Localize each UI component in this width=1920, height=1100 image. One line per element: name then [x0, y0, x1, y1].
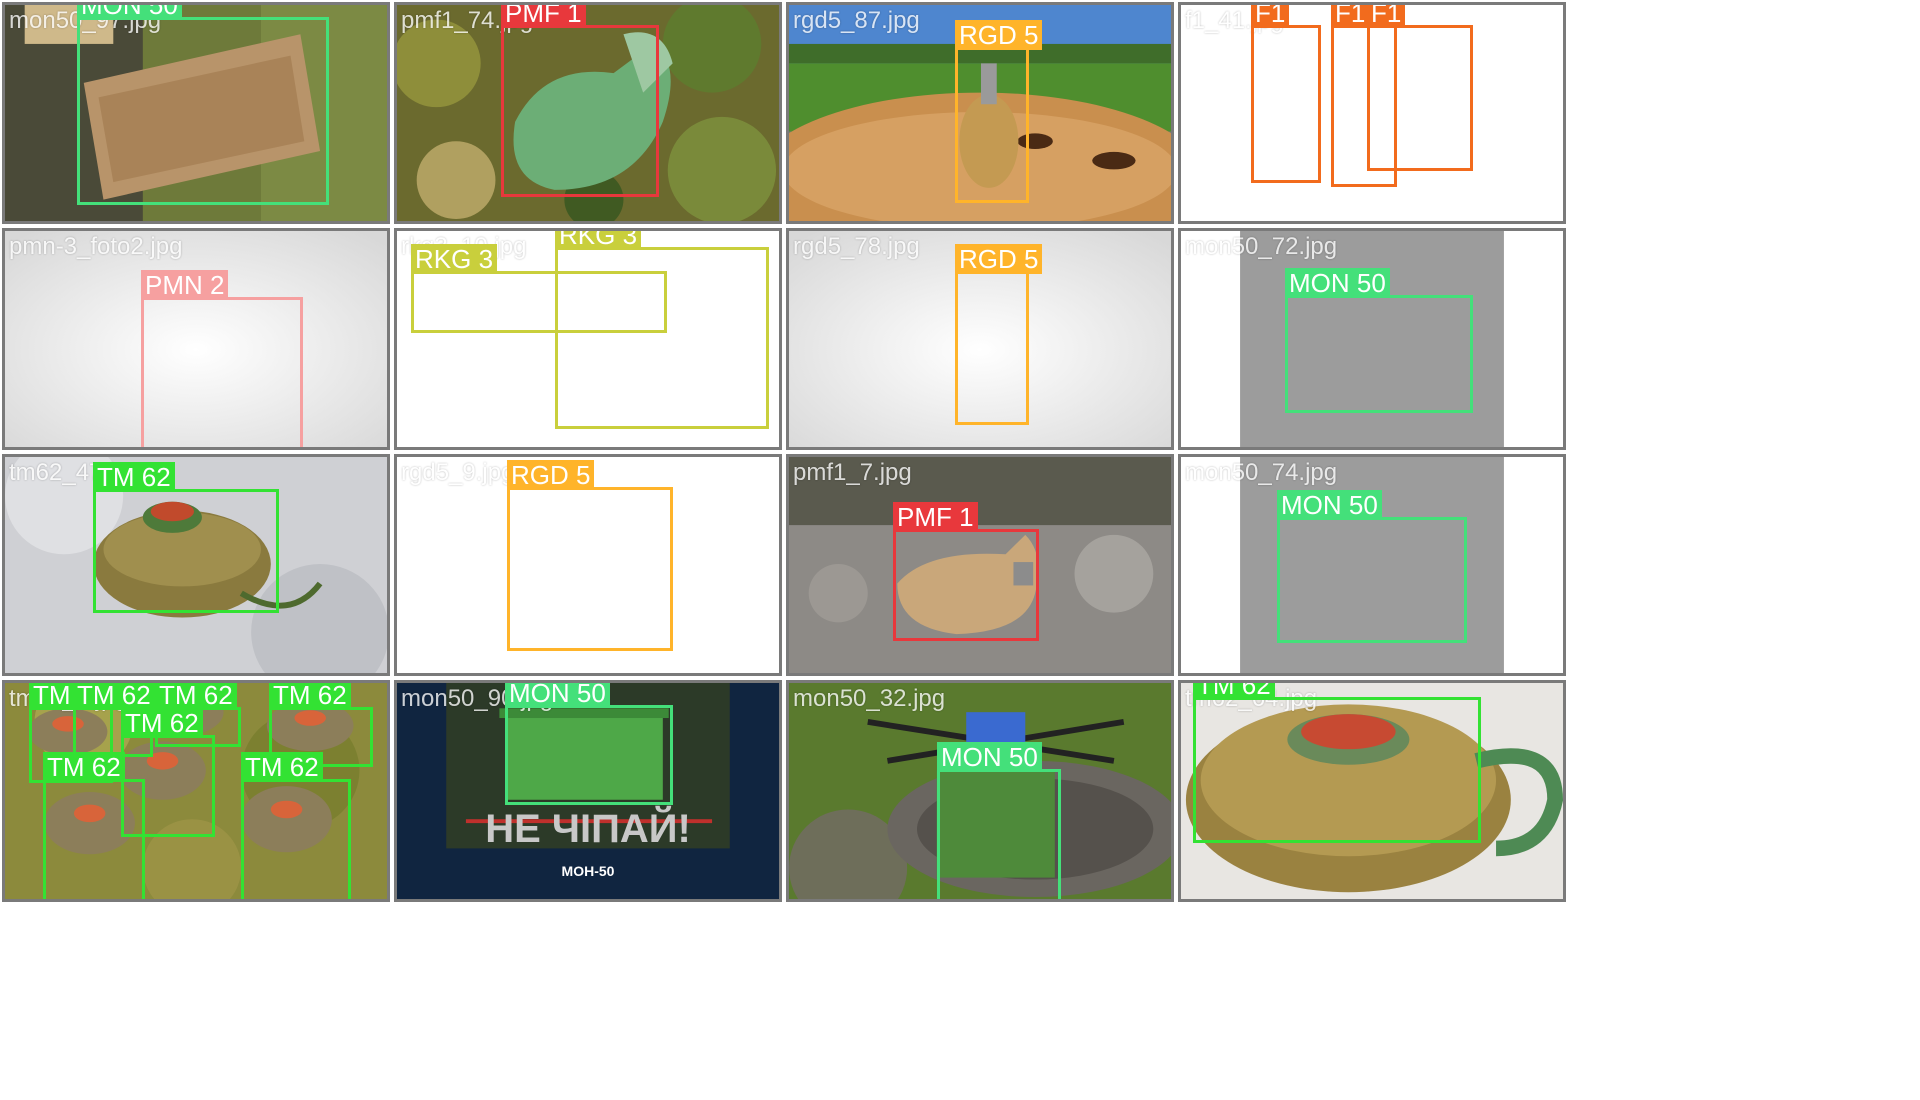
detection-label: F1: [1251, 5, 1290, 28]
detection-label: RGD 5: [507, 460, 595, 490]
detection-label: MON 50: [1277, 490, 1382, 520]
detection-box-rkg-3: RKG 3: [555, 231, 769, 429]
detection-label: PMF 1: [893, 502, 978, 532]
detection-label: TM 62: [93, 462, 175, 492]
detection-label: F1: [1331, 5, 1370, 28]
detection-box-rgd-5: RGD 5: [955, 244, 1043, 425]
result-tile: pmn-3_foto2.jpg PMN 2: [2, 228, 390, 450]
detection-label: TM 62: [43, 752, 125, 782]
detection-label: RKG 3: [411, 244, 498, 274]
result-tile: mon50_97.jpg MON 50: [2, 2, 390, 224]
detection-results-grid: mon50_97.jpg MON 50 pmf1_74.jpg PMF 1 rgd5…: [0, 0, 1920, 1100]
poster-headline: НЕ ЧІПАЙ!: [485, 807, 691, 851]
result-tile: rgd5_9.jpg RGD 5: [394, 454, 782, 676]
detection-box-rgd-5: RGD 5: [507, 460, 673, 651]
image-filename: mon50_74.jpg: [1185, 459, 1338, 486]
detection-label: MON 50: [77, 5, 182, 20]
detection-box-mon-50: MON 50: [505, 683, 673, 805]
detection-label: TM 62: [269, 683, 351, 710]
image-filename: pmf1_7.jpg: [793, 459, 912, 486]
detection-box-tm-62: TM 62: [43, 752, 145, 899]
detection-box-tm-62: TM 62: [1193, 683, 1481, 843]
result-tile: pmf1_7.jpg PMF 1: [786, 454, 1174, 676]
detection-box-mon-50: MON 50: [1277, 490, 1467, 643]
detection-box-mon-50: MON 50: [937, 742, 1061, 899]
image-filename: mon50_72.jpg: [1185, 233, 1338, 260]
image-filename: rgd5_87.jpg: [793, 7, 920, 34]
detection-box-rgd-5: RGD 5: [955, 20, 1043, 203]
detection-box-tm-62: TM 62: [93, 462, 279, 613]
image-filename: rgd5_78.jpg: [793, 233, 920, 260]
result-tile: rgd5_78.jpg RGD 5: [786, 228, 1174, 450]
detection-label: MON 50: [1285, 268, 1390, 298]
result-tile: mon50_74.jpg MON 50: [1178, 454, 1566, 676]
detection-label: TM 62: [241, 752, 323, 782]
detection-label: TM 62: [73, 683, 155, 710]
detection-label: MON 50: [505, 683, 610, 708]
detection-label: RGD 5: [955, 20, 1043, 50]
detection-label: RGD 5: [955, 244, 1043, 274]
detection-box-f1: F1: [1251, 5, 1321, 183]
detection-label: TM 62: [121, 708, 203, 738]
result-tile: pmf1_74.jpg PMF 1: [394, 2, 782, 224]
image-filename: pmn-3_foto2.jpg: [9, 233, 183, 260]
detection-box-mon-50: MON 50: [1285, 268, 1473, 413]
result-tile: rkg3_10.jpgRKG 3RKG 3: [394, 228, 782, 450]
detection-box-mon-50: MON 50: [77, 5, 329, 205]
detection-label: PMN 2: [141, 270, 229, 300]
detection-box-pmf-1: PMF 1: [893, 502, 1039, 641]
detection-label: F1: [1367, 5, 1406, 28]
result-tile: mon50_72.jpg MON 50: [1178, 228, 1566, 450]
image-filename: mon50_32.jpg: [793, 685, 946, 712]
detection-label: MON 50: [937, 742, 1042, 772]
poster-caption: МОН-50: [561, 863, 615, 879]
detection-label: TM 62: [1193, 683, 1275, 700]
result-tile: rgd5_87.jpg RGD 5: [786, 2, 1174, 224]
result-tile: tm62_64.jpgTM 62: [1178, 680, 1566, 902]
result-tile: tm62_47.jpg TM 62: [2, 454, 390, 676]
result-tile: tm62_1.jpgTM 62TM 62TM 62TM 62TM 62TM 62…: [2, 680, 390, 902]
detection-box-tm-62: TM 62: [241, 752, 351, 899]
result-tile: mon50_32.jpg MON 50: [786, 680, 1174, 902]
detection-box-f1: F1: [1367, 5, 1473, 171]
result-tile: НЕ ЧІПАЙ! МОН-50 mon50_90.jpg MON 50: [394, 680, 782, 902]
detection-box-pmf-1: PMF 1: [501, 5, 659, 197]
detection-label: TM 62: [155, 683, 237, 710]
result-tile: f1_41.jpg F1 F1 F1: [1178, 2, 1566, 224]
detection-box-pmn-2: PMN 2: [141, 270, 303, 447]
detection-label: PMF 1: [501, 5, 586, 28]
image-filename: rgd5_9.jpg: [401, 459, 515, 486]
detection-label: RKG 3: [555, 231, 642, 250]
